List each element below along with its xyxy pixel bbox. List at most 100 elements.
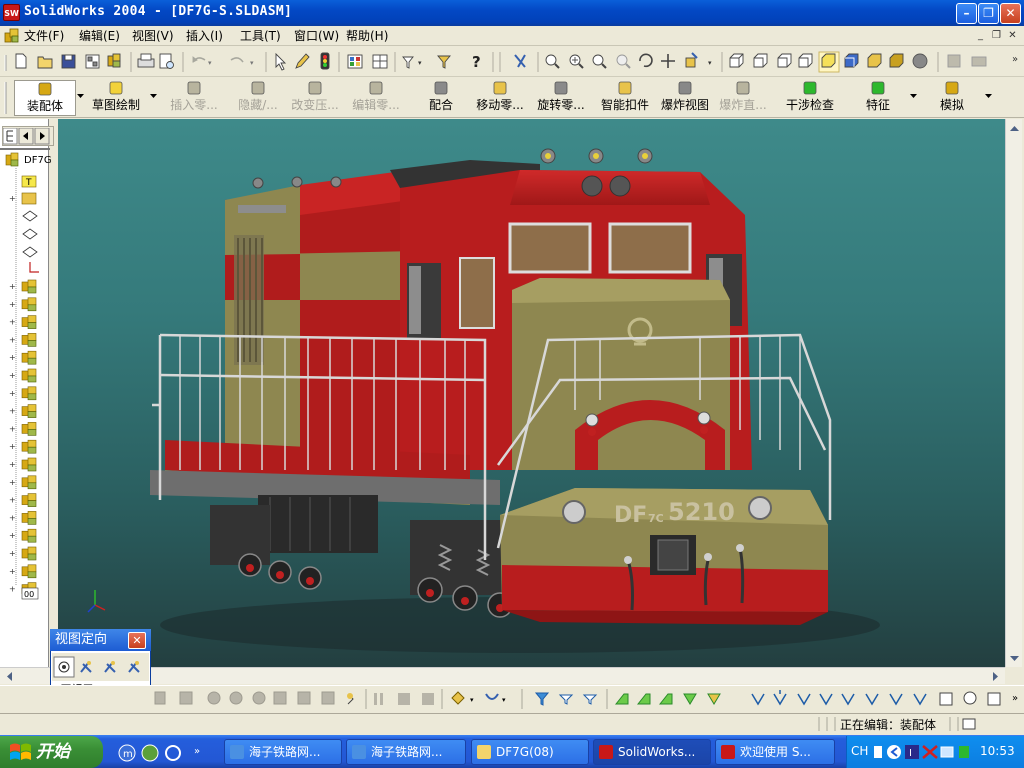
change-suppression-icon bbox=[308, 81, 322, 95]
svg-text:+: + bbox=[9, 194, 16, 203]
interference-icon bbox=[803, 81, 817, 95]
simulation-dropdown-icon[interactable] bbox=[985, 92, 993, 100]
explode-line-icon bbox=[736, 81, 750, 95]
menu-item-5[interactable]: 窗口(W) bbox=[294, 28, 339, 44]
svg-text:I: I bbox=[909, 748, 912, 759]
svg-text:▾: ▾ bbox=[418, 59, 422, 67]
cmd-interference[interactable]: 干涉检查 bbox=[778, 80, 842, 116]
cmd-label: 爆炸直... bbox=[719, 98, 767, 112]
svg-text:?: ? bbox=[472, 53, 481, 71]
doc-close-button[interactable]: ✕ bbox=[1005, 29, 1020, 43]
menu-item-2[interactable]: 视图(V) bbox=[132, 28, 174, 44]
quick-launch[interactable]: m » bbox=[116, 742, 216, 764]
cmd-features[interactable]: 特征 bbox=[858, 80, 898, 116]
menu-item-3[interactable]: 插入(I) bbox=[186, 28, 223, 44]
features-icon bbox=[871, 81, 885, 95]
menu-item-6[interactable]: 帮助(H) bbox=[346, 28, 388, 44]
cmd-explode-line[interactable]: 爆炸直... bbox=[714, 80, 772, 116]
cmd-label: 特征 bbox=[865, 98, 890, 112]
svg-text:+: + bbox=[9, 318, 16, 327]
cmd-label: 改变压... bbox=[291, 98, 339, 112]
svg-text:+: + bbox=[9, 549, 16, 558]
close-button[interactable]: ✕ bbox=[1000, 3, 1021, 24]
cmd-mate[interactable]: 配合 bbox=[423, 80, 459, 116]
loco-number-prefix: DF bbox=[614, 503, 647, 528]
taskbar-button-label: SolidWorks... bbox=[618, 745, 696, 759]
mate-icon bbox=[434, 81, 448, 95]
cmd-sketch[interactable]: 草图绘制 bbox=[84, 80, 148, 116]
standard-toolbar-icons: ▾ ▾ ▾ ? ▾ » bbox=[4, 51, 1018, 73]
doc-restore-button[interactable]: ❐ bbox=[989, 29, 1004, 43]
menu-item-4[interactable]: 工具(T) bbox=[240, 28, 281, 44]
taskbar-app-icon bbox=[721, 745, 735, 759]
edit-component-icon bbox=[369, 81, 383, 95]
select-icon bbox=[275, 52, 287, 71]
cmd-label: 移动零... bbox=[476, 98, 524, 112]
cmd-move-component[interactable]: 移动零... bbox=[471, 80, 529, 116]
vertical-scrollbar[interactable] bbox=[1005, 119, 1022, 667]
doc-minimize-button[interactable]: _ bbox=[973, 29, 988, 43]
svg-text:▾: ▾ bbox=[502, 696, 506, 704]
view-orientation-icons[interactable] bbox=[53, 656, 148, 678]
taskbar-button[interactable]: 海子铁路网... bbox=[224, 739, 342, 765]
move-component-icon bbox=[493, 81, 507, 95]
sketch-dropdown-icon[interactable] bbox=[150, 92, 158, 100]
cmd-label: 隐藏/... bbox=[238, 98, 278, 112]
smart-fasteners-icon bbox=[618, 81, 632, 95]
minimize-button[interactable]: – bbox=[956, 3, 977, 24]
cmd-change-suppression[interactable]: 改变压... bbox=[286, 80, 344, 116]
taskbar-button[interactable]: SolidWorks... bbox=[593, 739, 711, 765]
svg-text:+: + bbox=[9, 282, 16, 291]
svg-text:+: + bbox=[9, 478, 16, 487]
cmd-simulation[interactable]: 模拟 bbox=[930, 80, 974, 116]
language-indicator[interactable]: CH bbox=[851, 744, 868, 758]
svg-text:+: + bbox=[9, 496, 16, 505]
loco-number: 5210 bbox=[668, 498, 735, 526]
app-logo-icon: SW bbox=[3, 4, 20, 21]
taskbar-button-label: 欢迎使用 S... bbox=[740, 745, 811, 759]
cmd-grip bbox=[4, 82, 7, 114]
cmd-insert-component[interactable]: 插入零... bbox=[165, 80, 223, 116]
cmd-label: 模拟 bbox=[939, 98, 964, 112]
exploded-view-icon bbox=[678, 81, 692, 95]
svg-text:+: + bbox=[9, 567, 16, 576]
taskbar-button[interactable]: 海子铁路网... bbox=[346, 739, 466, 765]
cmd-hide-show[interactable]: 隐藏/... bbox=[229, 80, 287, 116]
tree-root-label[interactable]: DF7G bbox=[24, 155, 52, 167]
document-icon[interactable] bbox=[4, 28, 20, 43]
open-icon bbox=[37, 56, 53, 69]
taskbar-app-icon bbox=[477, 745, 491, 759]
menu-item-0[interactable]: 文件(F) bbox=[24, 28, 64, 44]
tree-tab-icons[interactable] bbox=[3, 128, 53, 145]
insert-component-icon bbox=[187, 81, 201, 95]
graphics-area[interactable]: DF 7C 5210 bbox=[58, 119, 1005, 667]
cmd-assembly[interactable]: 装配体 bbox=[14, 80, 76, 116]
assembly-dropdown-icon[interactable] bbox=[77, 92, 85, 100]
svg-text:+: + bbox=[9, 585, 16, 594]
tray-icons[interactable]: I bbox=[872, 743, 976, 761]
taskbar-button[interactable]: DF7G(08) bbox=[471, 739, 589, 765]
rotate-component-icon bbox=[554, 81, 568, 95]
svg-text:▾: ▾ bbox=[708, 59, 712, 67]
close-icon[interactable]: ✕ bbox=[128, 632, 146, 649]
svg-text:T: T bbox=[25, 178, 32, 188]
svg-text:»: » bbox=[1012, 693, 1018, 704]
tree-items[interactable]: T + + + + + + + + + + + + + + + + + + + 00 bbox=[0, 150, 49, 605]
cmd-rotate-component[interactable]: 旋转零... bbox=[532, 80, 590, 116]
clock[interactable]: 10:53 bbox=[980, 744, 1015, 758]
svg-text:+: + bbox=[9, 407, 16, 416]
bottom-toolbar-icons[interactable]: ▾ ▾ » bbox=[152, 686, 1024, 712]
taskbar-button[interactable]: 欢迎使用 S... bbox=[715, 739, 835, 765]
cmd-label: 草图绘制 bbox=[91, 98, 140, 112]
cmd-smart-fasteners[interactable]: 智能扣件 bbox=[594, 80, 656, 116]
features-dropdown-icon[interactable] bbox=[910, 92, 918, 100]
cmd-exploded-view[interactable]: 爆炸视图 bbox=[656, 80, 714, 116]
svg-text:▾: ▾ bbox=[208, 59, 212, 67]
svg-text:▾: ▾ bbox=[470, 696, 474, 704]
window-title: SolidWorks 2004 - [DF7G-S.SLDASM] bbox=[24, 4, 293, 19]
cmd-edit-component[interactable]: 编辑零... bbox=[347, 80, 405, 116]
menu-item-1[interactable]: 编辑(E) bbox=[79, 28, 120, 44]
svg-text:+: + bbox=[9, 389, 16, 398]
new-icon bbox=[15, 53, 27, 69]
restore-button[interactable]: ❐ bbox=[978, 3, 999, 24]
